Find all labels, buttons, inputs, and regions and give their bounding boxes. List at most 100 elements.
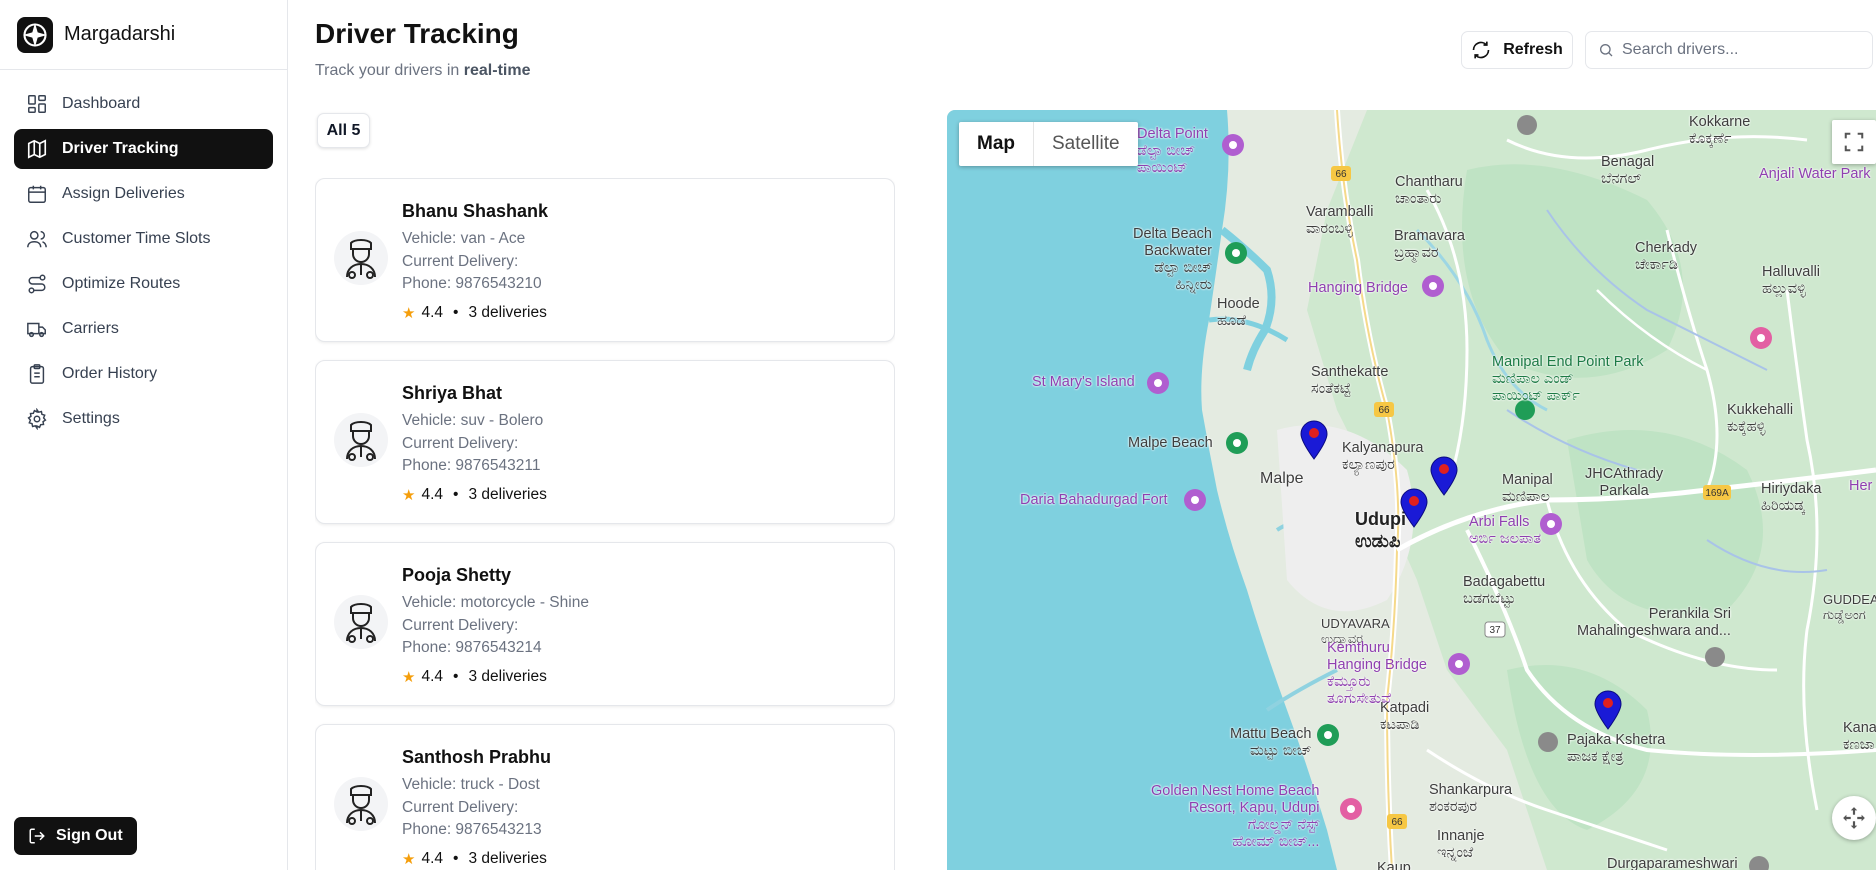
map-label-cherkady: Cherkady ಚೇರ್ಕಾಡಿ (1635, 240, 1698, 273)
sidebar-item-label: Carriers (62, 320, 119, 337)
fullscreen-button[interactable] (1832, 120, 1876, 164)
driver-list: Bhanu Shashank Vehicle: van - Ace Curren… (315, 178, 895, 870)
page-title: Driver Tracking (315, 18, 519, 49)
users-icon (27, 230, 47, 248)
driver-phone: Phone: 9876543211 (402, 457, 541, 474)
map-type-satellite-button[interactable]: Satellite (1033, 122, 1138, 166)
driver-deliveries: 3 deliveries (468, 303, 547, 321)
map-label-daria-bahadurgad-fort[interactable]: Daria Bahadurgad Fort (1020, 492, 1168, 509)
map-label-pajaka-kshetra[interactable]: Pajaka Kshetra ಪಾಜಕ ಕ್ಷೇತ್ರ (1567, 732, 1665, 766)
refresh-icon (1472, 41, 1490, 59)
sidebar-item-settings[interactable]: Settings (14, 399, 273, 439)
map-label-malpe-beach[interactable]: Malpe Beach (1128, 435, 1213, 452)
map-label-perankila[interactable]: Perankila Sri Mahalingeshwara and... (1577, 606, 1731, 640)
separator-dot: • (453, 849, 459, 867)
driver-location-pin[interactable] (1593, 690, 1623, 730)
driver-card[interactable]: Shriya Bhat Vehicle: suv - Bolero Curren… (315, 360, 895, 524)
star-icon: ★ (402, 304, 416, 322)
route-icon (28, 274, 46, 294)
driver-card[interactable]: Bhanu Shashank Vehicle: van - Ace Curren… (315, 178, 895, 342)
avatar (334, 413, 388, 467)
map-label-anjali-water-park[interactable]: Anjali Water Park (1759, 166, 1870, 183)
driver-phone: Phone: 9876543213 (402, 821, 542, 838)
map-label-delta-point[interactable]: Delta Point ಡೆಲ್ಟಾ ಬೀಚ್ ಪಾಯಿಂಟ್ (1137, 126, 1208, 177)
sidebar-item-customer-time-slots[interactable]: Customer Time Slots (14, 219, 273, 259)
map-label-arbi-falls[interactable]: Arbi Falls ಅರ್ಬಿ ಜಲಪಾತ (1469, 514, 1541, 548)
map-label-kalyanapura: Kalyanapura ಕಲ್ಯಾಣಪುರ (1342, 440, 1424, 473)
app-root: Margadarshi Dashboard Driver Tracking As… (0, 0, 1876, 870)
driver-location-pin[interactable] (1299, 420, 1329, 460)
driver-location-pin[interactable] (1429, 456, 1459, 496)
map-label-badagabettu: Badagabettu ಬಡಗಬೆಟ್ಟು (1463, 574, 1546, 607)
map-label-jhcathrady-parkala: JHCAthrady Parkala (1585, 466, 1664, 499)
map-label-golden-nest-resort[interactable]: Golden Nest Home Beach Resort, Kapu, Udu… (1151, 783, 1319, 851)
avatar (334, 595, 388, 649)
driver-location-pin[interactable] (1399, 488, 1429, 528)
map-label-manipal: Manipal ಮಣಿಪಾಲ (1502, 472, 1553, 505)
map-label-santhekatte: Santhekatte ಸಂತೆಕಟ್ಟೆ (1311, 364, 1389, 397)
truck-icon (27, 322, 46, 338)
route-shield: 37 (1484, 621, 1506, 638)
sidebar-item-driver-tracking[interactable]: Driver Tracking (14, 129, 273, 169)
sign-out-button[interactable]: Sign Out (14, 817, 137, 855)
sidebar-item-optimize-routes[interactable]: Optimize Routes (14, 264, 273, 304)
gear-icon (27, 408, 47, 430)
refresh-button[interactable]: Refresh (1461, 31, 1573, 69)
driver-icon (346, 239, 376, 279)
driver-card[interactable]: Santhosh Prabhu Vehicle: truck - Dost Cu… (315, 724, 895, 870)
sidebar: Margadarshi Dashboard Driver Tracking As… (0, 0, 288, 870)
map-label-benagal: Benagal ಬೆನಗಲ್ (1601, 154, 1655, 187)
map-label-halluvalli: Halluvalli ಹಲ್ಲುವಳ್ಳಿ (1762, 264, 1821, 297)
driver-vehicle: Vehicle: motorcycle - Shine (402, 594, 589, 611)
sidebar-item-order-history[interactable]: Order History (14, 354, 273, 394)
fullscreen-icon (1844, 132, 1864, 152)
sidebar-item-assign-deliveries[interactable]: Assign Deliveries (14, 174, 273, 214)
search-icon (1600, 44, 1613, 57)
search-box[interactable] (1585, 31, 1873, 69)
page-subtitle: Track your drivers in real-time (315, 62, 530, 80)
map-label-malpe: Malpe (1260, 470, 1304, 487)
map-label-guddeangadi: GUDDEANGA ಗುಡ್ಡೆಅಂಗ (1823, 592, 1876, 622)
driver-current-delivery: Current Delivery: (402, 434, 519, 452)
map-label-innanje: Innanje ಇನ್ನಂಜೆ (1437, 828, 1485, 861)
driver-name: Santhosh Prabhu (402, 747, 552, 767)
map-icon (27, 139, 47, 159)
driver-current-delivery: Current Delivery: (402, 798, 519, 816)
compass-logo-icon (17, 16, 53, 53)
map-label-st-marys-island[interactable]: St Mary's Island (1032, 374, 1135, 391)
brand[interactable]: Margadarshi (0, 0, 287, 70)
map-label-kokkarne: Kokkarne ಕೊಕ್ಕರ್ಣೆ (1689, 114, 1751, 147)
driver-vehicle: Vehicle: truck - Dost (402, 776, 540, 793)
svg-text:66: 66 (1378, 405, 1390, 416)
sidebar-item-label: Order History (62, 365, 158, 382)
star-icon: ★ (402, 486, 416, 504)
map-label-kemthuru-hanging-bridge[interactable]: Kemthuru Hanging Bridge ಕೆಮ್ತೂರು ತೂಗುಸೇತ… (1327, 640, 1427, 708)
driver-rating: 4.4 (421, 849, 444, 867)
map-label-hanging-bridge[interactable]: Hanging Bridge (1308, 280, 1408, 297)
map-type-map-button[interactable]: Map (959, 122, 1033, 166)
sidebar-item-dashboard[interactable]: Dashboard (14, 84, 273, 124)
search-input[interactable] (1622, 41, 1862, 59)
filter-all-chip[interactable]: All 5 (317, 113, 370, 148)
calendar-icon (28, 185, 46, 203)
map-label-manipal-end-point-park[interactable]: Manipal End Point Park ಮಣಿಪಾಲ ಎಂಡ್ ಪಾಯಿಂ… (1492, 354, 1644, 405)
sidebar-nav: Dashboard Driver Tracking Assign Deliver… (0, 70, 287, 439)
driver-phone: Phone: 9876543214 (402, 639, 542, 656)
sidebar-item-carriers[interactable]: Carriers (14, 309, 273, 349)
map-view[interactable]: 66 66 66 37 169A Delta Point ಡೆಲ್ಟಾ ಬೀಚ್… (947, 110, 1876, 870)
map-label-delta-beach[interactable]: Delta Beach Backwater ಡೆಲ್ಟಾ ಬೀಚ್ ಹಿನ್ನೀ… (1133, 226, 1212, 294)
map-label-chantharu: Chantharu ಚಾಂತಾರು (1395, 174, 1463, 207)
map-label-varamballi: Varamballi ವಾರಂಬಳ್ಳಿ (1306, 204, 1374, 237)
driver-icon (346, 421, 376, 461)
map-label-katpadi: Katpadi ಕಟಪಾಡಿ (1380, 700, 1430, 733)
map-camera-control-button[interactable] (1832, 796, 1876, 840)
map-label-kaup: Kaup (1377, 860, 1411, 870)
subtitle-prefix: Track your drivers in (315, 62, 464, 79)
driver-card[interactable]: Pooja Shetty Vehicle: motorcycle - Shine… (315, 542, 895, 706)
map-label-mattu-beach[interactable]: Mattu Beach ಮಟ್ಟು ಬೀಚ್ (1230, 726, 1311, 760)
avatar (334, 777, 388, 831)
sidebar-item-label: Driver Tracking (62, 140, 179, 157)
sidebar-item-label: Optimize Routes (62, 275, 181, 292)
svg-text:37: 37 (1489, 625, 1501, 636)
main-content: Driver Tracking Track your drivers in re… (288, 0, 1876, 870)
